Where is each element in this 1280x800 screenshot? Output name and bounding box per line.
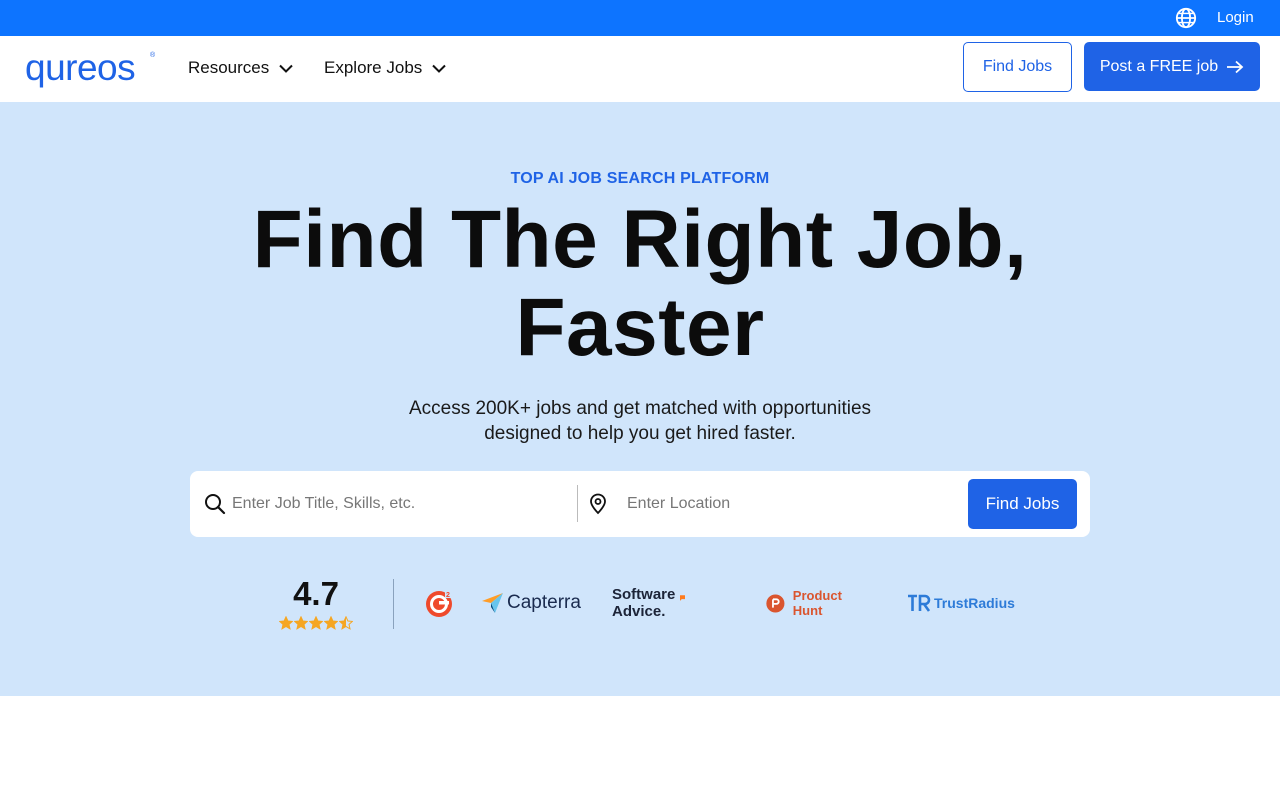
logo-text: qureos [25,47,136,88]
g2-logo: 2 [425,588,453,618]
speech-bubble-icon [679,595,686,601]
globe-icon[interactable] [1175,7,1197,29]
capterra-logo: Capterra [482,588,581,618]
registered-mark-icon: ® [150,52,156,59]
rating-stars [276,616,356,630]
star-full-icon [324,616,338,630]
software-advice-logo: Software Advice. [609,586,686,620]
rating-divider [393,579,394,629]
product-hunt-logo: Product Hunt [766,588,850,618]
search-divider [577,485,578,522]
search-find-jobs-button-label: Find Jobs [985,494,1060,513]
chevron-down-icon [279,64,293,73]
hero-subtitle-line1: Access 200K+ jobs and get matched with o… [408,398,872,419]
rating-value: 4.7 [293,575,339,612]
resources-menu-label: Resources [188,58,270,77]
explore-jobs-menu-label: Explore Jobs [324,58,423,77]
hero-headline-line1: Find The Right Job, [252,194,1028,285]
star-half-icon [339,616,353,630]
star-full-icon [279,616,293,630]
hero-section: TOP AI JOB SEARCH PLATFORM Find The Righ… [0,102,1280,696]
hero-headline: Find The Right Job, Faster [0,196,1280,372]
main-nav: qureos ® Resources Explore Jobs Find Job… [0,36,1280,102]
job-search-bar: Find Jobs [190,471,1090,537]
trustradius-icon [908,594,931,612]
hero-subtitle: Access 200K+ jobs and get matched with o… [0,396,1280,446]
location-pin-icon [590,493,606,515]
search-find-jobs-button[interactable]: Find Jobs [968,479,1077,529]
product-hunt-icon [766,593,785,613]
explore-jobs-menu[interactable]: Explore Jobs [324,58,446,78]
resources-menu[interactable]: Resources [188,58,293,78]
svg-text:2: 2 [446,592,450,599]
capterra-label: Capterra [507,592,581,613]
software-advice-label: Software Advice. [612,586,676,620]
g2-icon: 2 [426,590,453,617]
post-free-job-button[interactable]: Post a FREE job [1084,42,1260,91]
top-bar: Login [0,0,1280,36]
search-icon [205,494,226,515]
star-full-icon [294,616,308,630]
location-input[interactable] [627,489,947,519]
find-jobs-button-label: Find Jobs [982,58,1053,75]
find-jobs-button[interactable]: Find Jobs [963,42,1072,92]
product-hunt-label: Product Hunt [792,588,842,618]
hero-subtitle-line2: designed to help you get hired faster. [484,423,796,444]
trustradius-logo: TrustRadius [907,588,1015,618]
login-link[interactable]: Login [1217,9,1254,26]
chevron-down-icon [432,64,446,73]
post-free-job-button-label: Post a FREE job [1099,57,1219,75]
qureos-logo[interactable]: qureos ® [25,47,155,88]
hero-headline-line2: Faster [515,282,765,373]
trustradius-label: TrustRadius [934,595,1015,611]
star-full-icon [309,616,323,630]
capterra-icon [482,593,503,613]
rating-summary: 4.7 [276,576,356,630]
arrow-right-icon [1227,60,1244,73]
job-title-input[interactable] [232,489,552,519]
hero-eyebrow: TOP AI JOB SEARCH PLATFORM [510,170,770,187]
